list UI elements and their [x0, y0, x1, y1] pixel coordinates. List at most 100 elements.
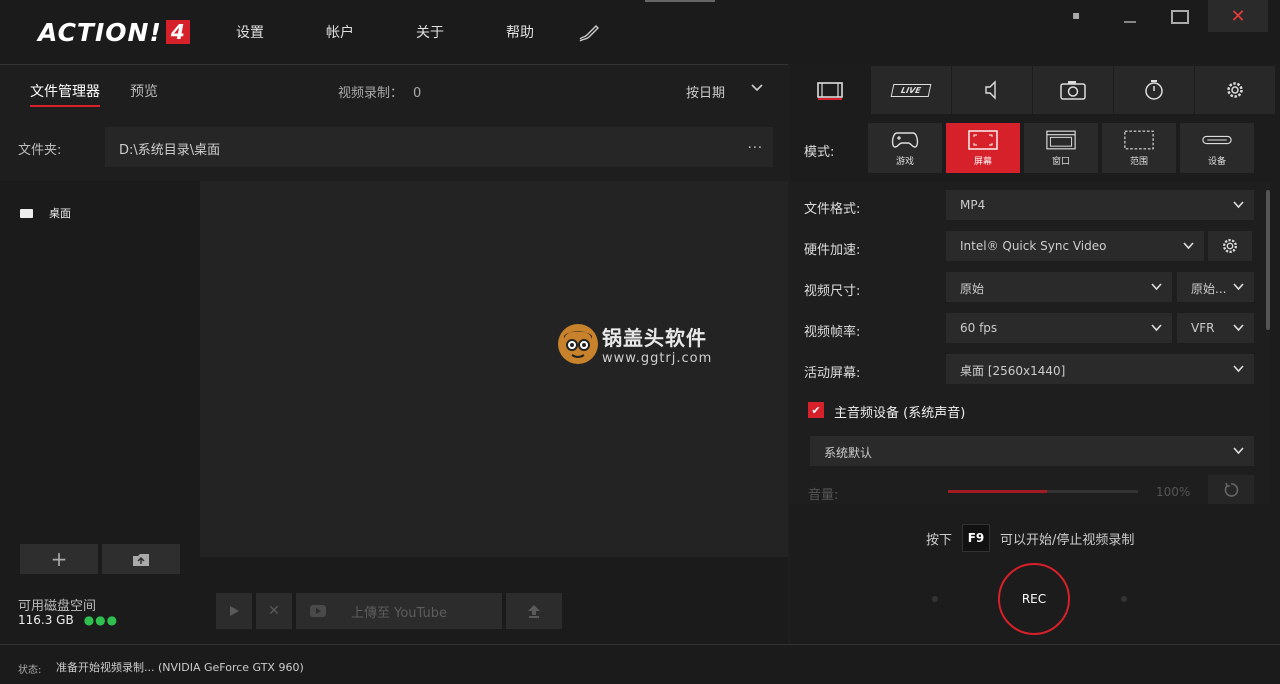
camera-icon: [1060, 81, 1086, 100]
chevron-down-icon: [1233, 324, 1244, 332]
playback-controls: ✕ 上傳至 YouTube: [200, 557, 788, 645]
mode-device-label: 设备: [1207, 156, 1226, 167]
audio-device-select[interactable]: 系统默认: [810, 436, 1254, 466]
delete-button[interactable]: ✕: [256, 593, 292, 629]
x-icon: ✕: [268, 603, 280, 619]
file-format-label: 文件格式:: [804, 202, 861, 217]
tab-preview[interactable]: 预览: [130, 81, 158, 107]
live-icon: LIVE: [890, 83, 932, 97]
audio-device-checkbox[interactable]: ✔: [808, 402, 824, 418]
youtube-icon: [310, 605, 326, 617]
mode-screen[interactable]: 屏幕: [946, 123, 1020, 173]
rec-left-dot: [932, 596, 938, 602]
plus-icon: +: [50, 547, 68, 571]
frame-rate-value: 60 fps: [960, 321, 998, 335]
browse-folder-button[interactable]: ...: [748, 137, 763, 152]
gamepad-icon: [890, 130, 920, 150]
upload-button[interactable]: [506, 593, 562, 629]
play-icon: [230, 606, 239, 616]
tab-timer[interactable]: [1114, 66, 1195, 114]
audio-device-value: 系统默认: [824, 446, 873, 460]
screen-icon: [968, 129, 998, 150]
audio-device-label: 主音频设备 (系统声音): [834, 406, 966, 421]
upload-youtube-button[interactable]: 上傳至 YouTube: [296, 593, 502, 629]
gear-icon: [1227, 82, 1243, 98]
tab-audio[interactable]: [952, 66, 1033, 114]
preview-area: [200, 181, 788, 557]
notify-icon[interactable]: ▪: [1072, 8, 1086, 22]
volume-reset-button[interactable]: [1208, 475, 1254, 504]
settings-scrollbar[interactable]: [1266, 190, 1270, 330]
status-text: 准备开始视频录制... (NVIDIA GeForce GTX 960): [56, 661, 304, 674]
folder-path-text: D:\系统目录\桌面: [119, 143, 221, 158]
device-icon: [1202, 130, 1232, 150]
video-size-value-2: 原始...: [1191, 282, 1227, 296]
hw-accel-settings-button[interactable]: [1208, 231, 1252, 261]
watermark-mascot-icon: [558, 324, 598, 364]
chevron-down-icon: [1233, 283, 1244, 291]
mode-region[interactable]: 范围: [1102, 123, 1176, 173]
disk-space-amount: 116.3 GB: [18, 613, 74, 627]
open-folder-button[interactable]: [102, 544, 180, 574]
logo-number: 4: [165, 20, 190, 44]
disk-status-dots: ●●●: [83, 613, 119, 627]
chevron-down-icon: [1151, 283, 1162, 291]
folder-path-field[interactable]: D:\系统目录\桌面 ...: [105, 127, 773, 167]
tab-screenshot[interactable]: [1033, 66, 1114, 114]
play-button[interactable]: [216, 593, 252, 629]
left-tabs: 文件管理器 预览: [30, 81, 188, 107]
menu-account[interactable]: 帐户: [326, 22, 416, 42]
tab-live[interactable]: LIVE: [871, 66, 952, 114]
hotkey-post-text: 可以开始/停止视频录制: [1000, 532, 1135, 548]
hotkey-pre-text: 按下: [926, 532, 953, 548]
file-format-select[interactable]: MP4: [946, 190, 1254, 220]
mode-device[interactable]: 设备: [1180, 123, 1254, 173]
chevron-down-icon[interactable]: [750, 83, 764, 93]
watermark: 锅盖头软件 www.ggtrj.com: [558, 322, 712, 366]
frame-rate-select[interactable]: 60 fps: [946, 313, 1172, 343]
video-size-select[interactable]: 原始: [946, 272, 1172, 302]
app-logo: ACTION! 4: [38, 17, 190, 47]
mode-game-label: 游戏: [895, 156, 914, 167]
tab-video[interactable]: [790, 66, 871, 114]
menu-settings[interactable]: 设置: [236, 22, 326, 42]
gear-icon: [1223, 239, 1237, 253]
active-screen-value: 桌面 [2560x1440]: [960, 364, 1066, 378]
video-size-label: 视频尺寸:: [804, 284, 861, 299]
mode-selector: 游戏 屏幕 窗口 范围 设备: [868, 123, 1258, 173]
recording-settings-panel: LIVE 模式: 游戏 屏幕 窗口 范围 设备 文件格式: MP4 硬件加速: …: [790, 64, 1280, 644]
pen-icon[interactable]: [578, 22, 600, 42]
frame-rate-mode-select[interactable]: VFR: [1177, 313, 1254, 343]
sort-dropdown[interactable]: 按日期: [686, 82, 725, 101]
tree-item-desktop[interactable]: 桌面: [20, 205, 71, 221]
disk-space-label: 可用磁盘空间: [18, 599, 97, 614]
close-icon[interactable]: ✕: [1208, 0, 1268, 32]
settings-tabs: LIVE: [790, 66, 1280, 114]
title-bar: ACTION! 4 设置 帐户 关于 帮助 ▪ ✕: [0, 0, 1280, 64]
hotkey-key: F9: [962, 524, 991, 552]
hw-accel-select[interactable]: Intel® Quick Sync Video: [946, 231, 1204, 261]
maximize-icon[interactable]: [1171, 10, 1189, 24]
mode-game[interactable]: 游戏: [868, 123, 942, 173]
tab-settings[interactable]: [1195, 66, 1276, 114]
minimize-icon[interactable]: [1122, 8, 1138, 24]
status-label: 状态:: [18, 665, 42, 676]
speaker-icon: [985, 80, 996, 100]
video-size-select-2[interactable]: 原始...: [1177, 272, 1254, 302]
volume-slider[interactable]: [948, 490, 1138, 493]
chevron-down-icon: [1233, 365, 1244, 373]
recording-count-value: 0: [413, 86, 422, 101]
tab-file-manager[interactable]: 文件管理器: [30, 81, 100, 107]
status-bar: 状态: 准备开始视频录制... (NVIDIA GeForce GTX 960): [0, 644, 1280, 684]
logo-text: ACTION!: [38, 17, 162, 47]
rec-right-dot: [1121, 596, 1127, 602]
mode-region-label: 范围: [1129, 156, 1148, 167]
volume-percent: 100%: [1156, 485, 1191, 499]
top-menu: 设置 帐户 关于 帮助: [236, 22, 596, 42]
active-screen-select[interactable]: 桌面 [2560x1440]: [946, 354, 1254, 384]
mode-window[interactable]: 窗口: [1024, 123, 1098, 173]
add-folder-button[interactable]: +: [20, 544, 98, 574]
record-button[interactable]: REC: [998, 563, 1070, 635]
menu-about[interactable]: 关于: [416, 22, 506, 42]
reset-icon: [1224, 482, 1239, 497]
